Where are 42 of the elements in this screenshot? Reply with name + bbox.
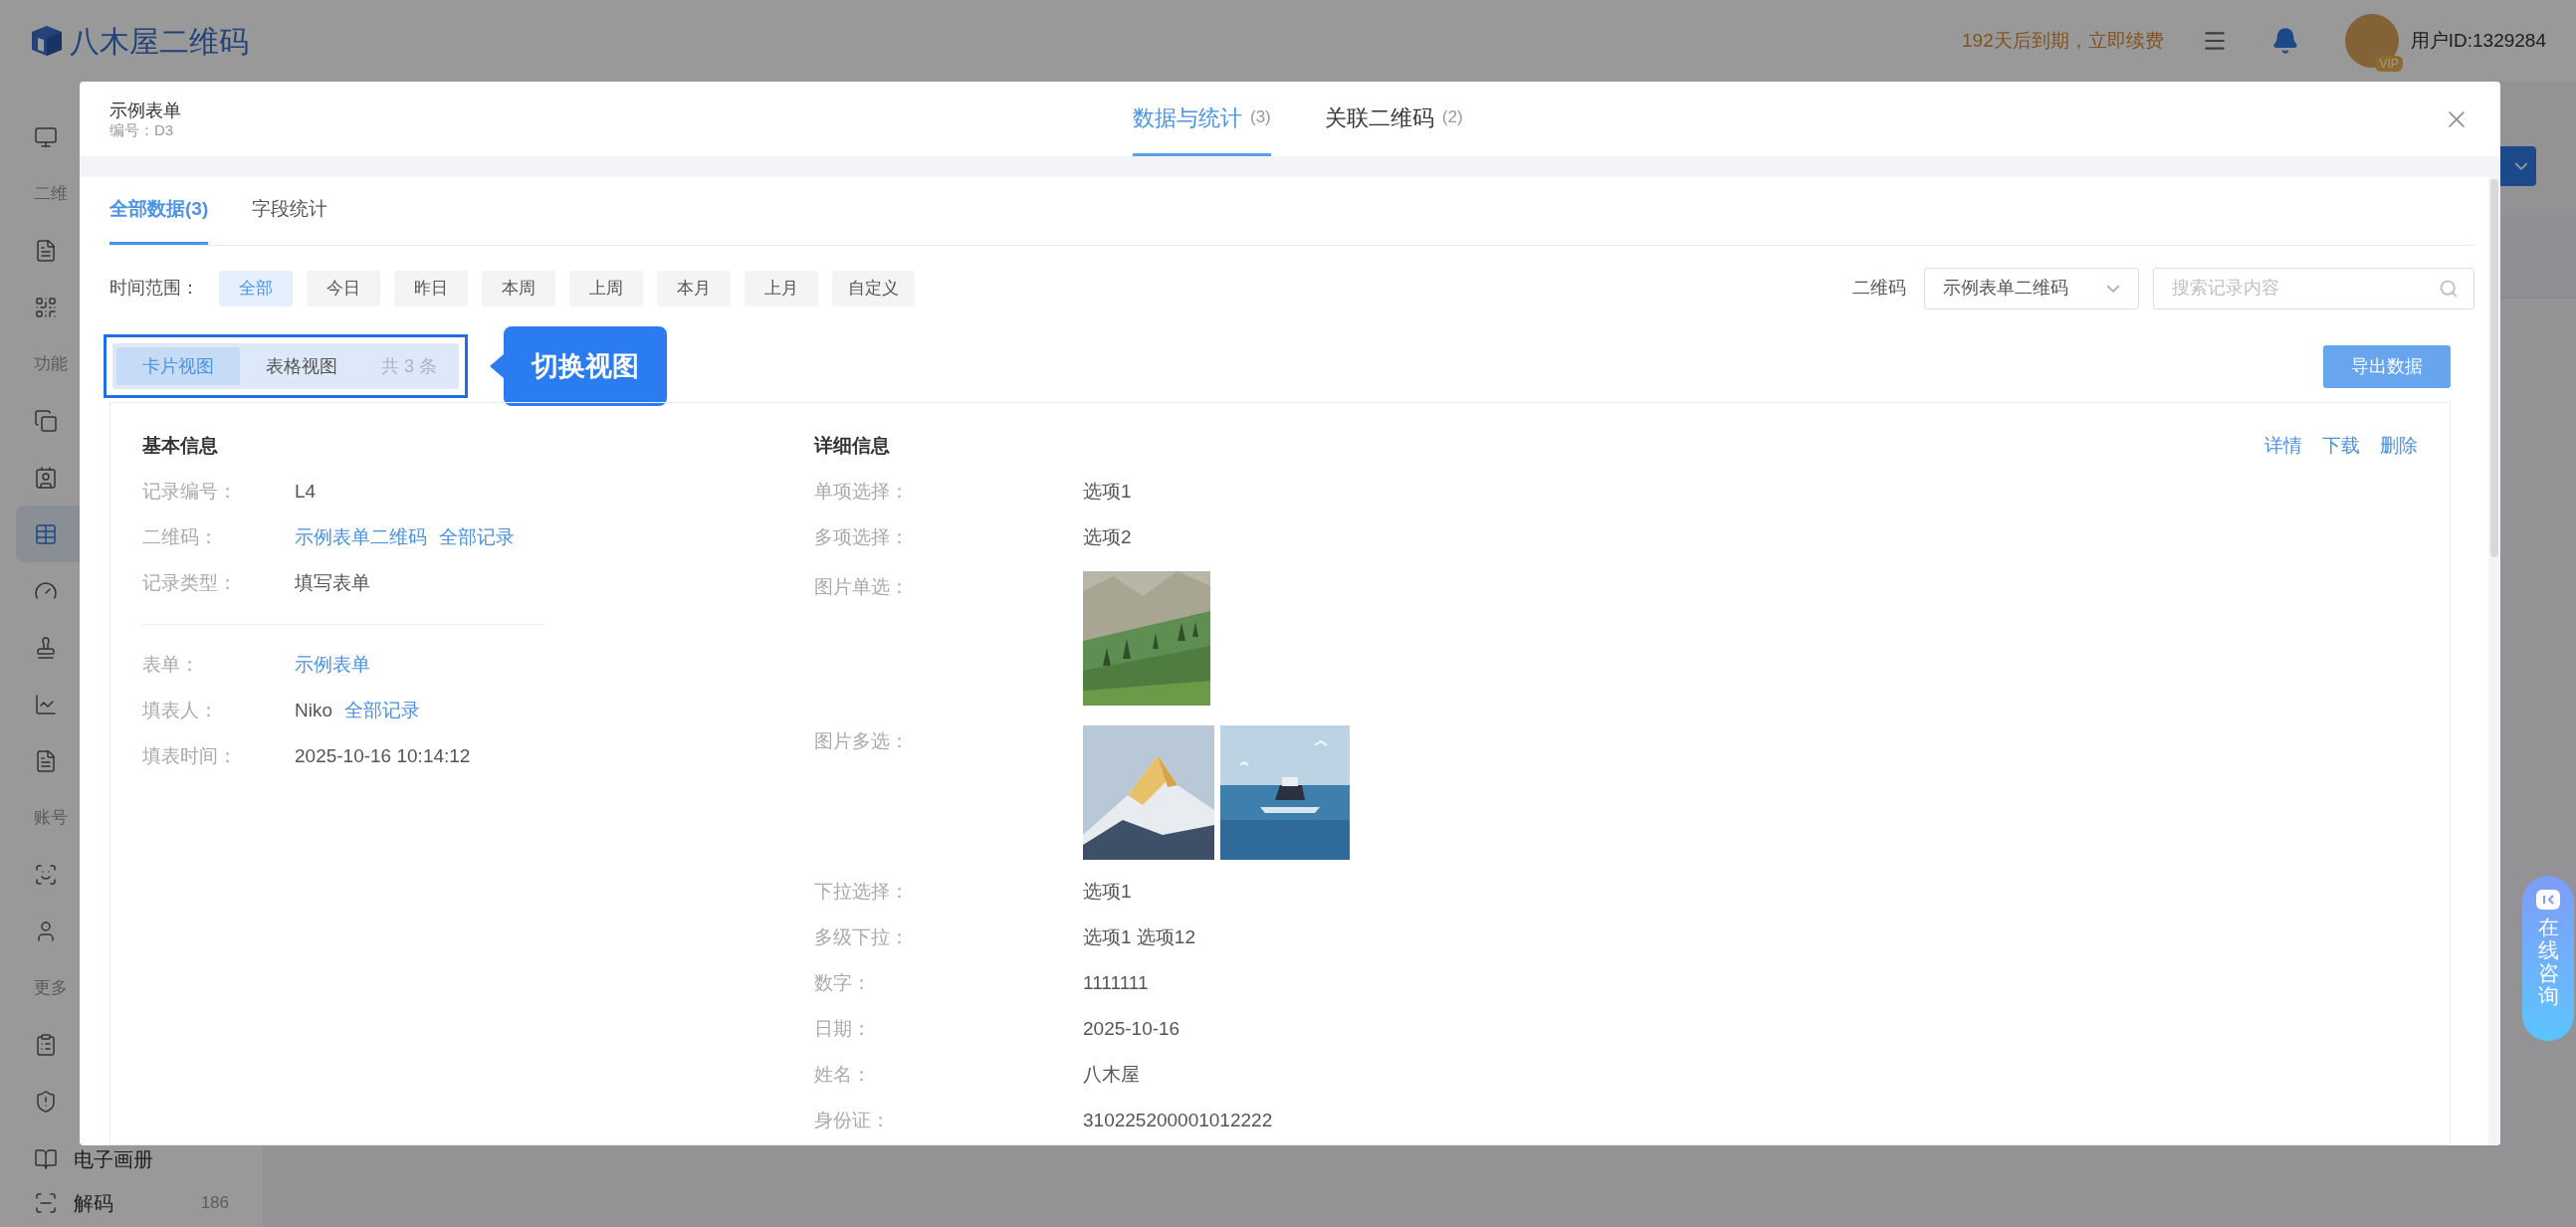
field-value: 八木屋	[1083, 1062, 1140, 1087]
section-heading: 详细信息	[814, 433, 890, 458]
field-value: L4	[295, 479, 317, 504]
field-label: 单项选择：	[814, 479, 910, 504]
logo-text: 八木屋二维码	[70, 23, 249, 60]
field-label: 填表人：	[142, 698, 219, 722]
field-label: 多级下拉：	[814, 924, 910, 949]
field-label: 记录编号：	[142, 479, 238, 504]
field-label: 二维码：	[142, 524, 219, 549]
vip-badge: VIP	[2375, 56, 2403, 72]
field-label: 下拉选择：	[814, 879, 910, 904]
sidebar-section-label: 功能	[34, 352, 68, 375]
field-value: 1111111	[1083, 970, 1149, 995]
field-label: 填表时间：	[142, 743, 238, 768]
field-value: 选项1 选项12	[1083, 924, 1195, 949]
field-value: 选项1	[1083, 879, 1132, 904]
sidebar-section-label: 二维	[34, 182, 68, 205]
section-heading: 基本信息	[142, 434, 219, 458]
filter-label: 二维码	[1852, 277, 1906, 300]
field-label: 身份证：	[814, 1108, 891, 1132]
field-value: 选项2	[1083, 524, 1132, 549]
item-count: 186	[200, 1192, 229, 1215]
field-value: 310225200001012222	[1083, 1108, 1273, 1132]
filter-label: 时间范围：	[109, 277, 199, 300]
modal-title: 示例表单	[109, 99, 181, 121]
field-label: 日期：	[814, 1016, 872, 1041]
field-label: 数字：	[814, 970, 872, 995]
field-value: 选项1	[1083, 479, 1132, 504]
sidebar-section-label: 更多	[34, 976, 68, 999]
form-code: 编号：D3	[109, 120, 175, 139]
field-label: 图片多选：	[814, 729, 910, 753]
field-label: 姓名：	[814, 1062, 872, 1087]
field-label: 记录类型：	[142, 570, 238, 595]
field-label: 表单：	[142, 652, 200, 677]
sidebar-section-label: 账号	[34, 806, 68, 829]
field-value: 2025-10-16	[1083, 1016, 1181, 1041]
field-value: Niko	[295, 698, 332, 722]
field-value: 2025-10-16 10:14:12	[295, 743, 471, 768]
field-label: 图片单选：	[814, 575, 910, 599]
user-id: 用户ID:1329284	[2410, 28, 2546, 53]
field-label: 多项选择：	[814, 524, 910, 549]
field-value: 填写表单	[295, 570, 370, 595]
